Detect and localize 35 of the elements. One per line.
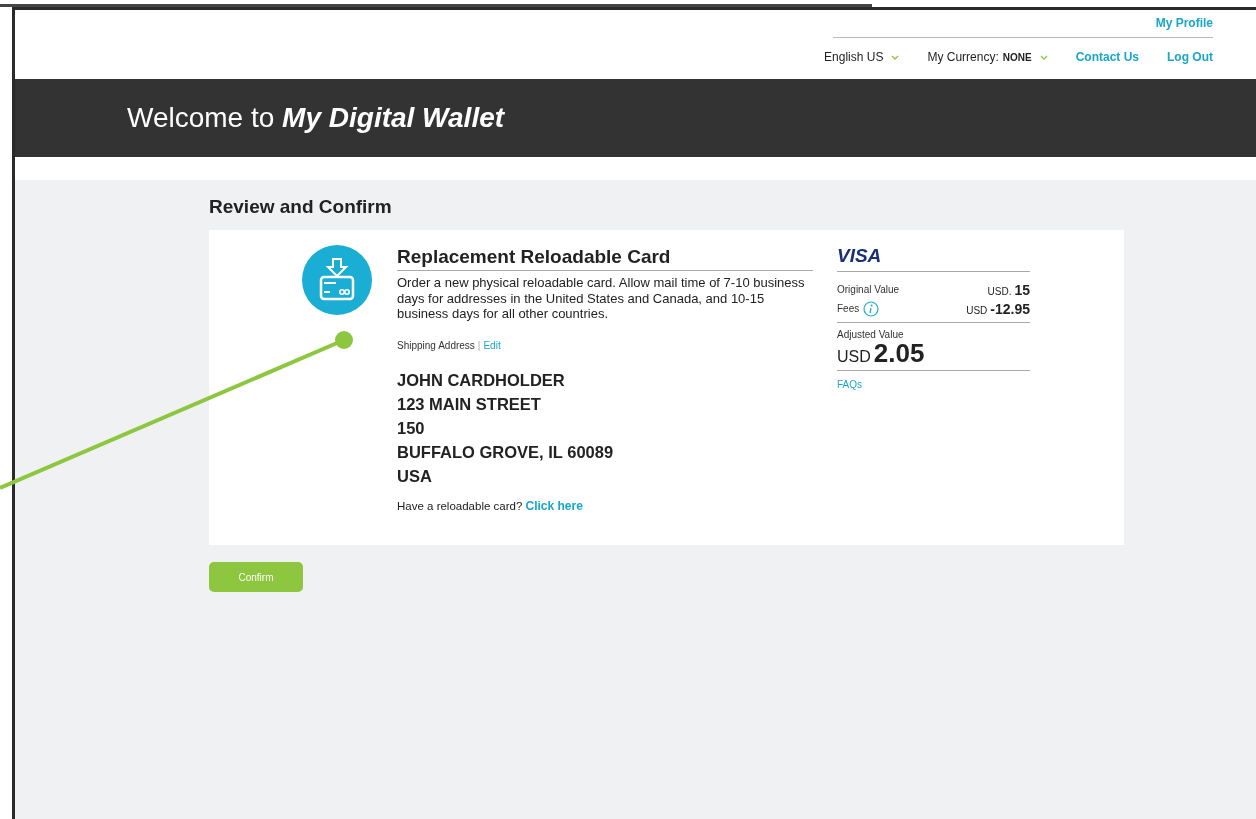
reload-prompt: Have a reloadable card? — [397, 499, 523, 512]
value-label: Fees — [837, 303, 860, 314]
product-title: Replacement Reloadable Card — [397, 245, 813, 271]
section-title: Review and Confirm — [209, 196, 392, 218]
address-line: JOHN CARDHOLDER — [397, 369, 566, 391]
language-dropdown[interactable]: English US — [824, 50, 900, 64]
currency-dropdown[interactable]: My Currency: NONE — [927, 50, 1048, 64]
currency-label: USD — [837, 348, 871, 365]
info-icon[interactable] — [863, 300, 880, 317]
chevron-down-icon — [1039, 54, 1048, 60]
nav-link[interactable]: Contact Us — [1075, 50, 1139, 64]
address-line: USA — [397, 465, 433, 487]
address-line: 150 — [397, 417, 426, 439]
amount: -12.95 — [990, 300, 1030, 317]
separator: | — [477, 339, 481, 351]
address-line: BUFFALO GROVE, IL 60089 — [397, 441, 615, 463]
profile-link[interactable]: My Profile — [1155, 16, 1213, 30]
amount: 15 — [1014, 281, 1030, 298]
address-line: 123 MAIN STREET — [397, 393, 542, 415]
welcome-heading: Welcome to My Digital Wallet — [127, 102, 505, 134]
edit-link[interactable]: Edit — [483, 339, 501, 351]
shipping-address-label: Shipping Address — [397, 339, 475, 351]
visa-logo: VISA — [837, 245, 1030, 272]
faqs-link[interactable]: FAQs — [837, 379, 862, 390]
adjusted-amount: 2.05 — [873, 338, 925, 368]
confirm-button[interactable]: Confirm — [209, 562, 303, 592]
adjusted-value-label: Adjusted Value — [837, 329, 905, 340]
currency-label: USD. — [987, 285, 1012, 297]
card-download-icon — [302, 245, 372, 315]
value-label: Original Value — [837, 284, 900, 295]
click-here-link[interactable]: Click here — [525, 498, 583, 513]
chevron-down-icon — [891, 54, 900, 60]
currency-label: USD — [966, 304, 988, 316]
product-description: Order a new physical reloadable card. Allow mail time of 7-10 business days for addresses in the United States and Canada, and 10-15 business days for all other countries. — [397, 275, 806, 322]
nav-link[interactable]: Log Out — [1167, 50, 1213, 64]
